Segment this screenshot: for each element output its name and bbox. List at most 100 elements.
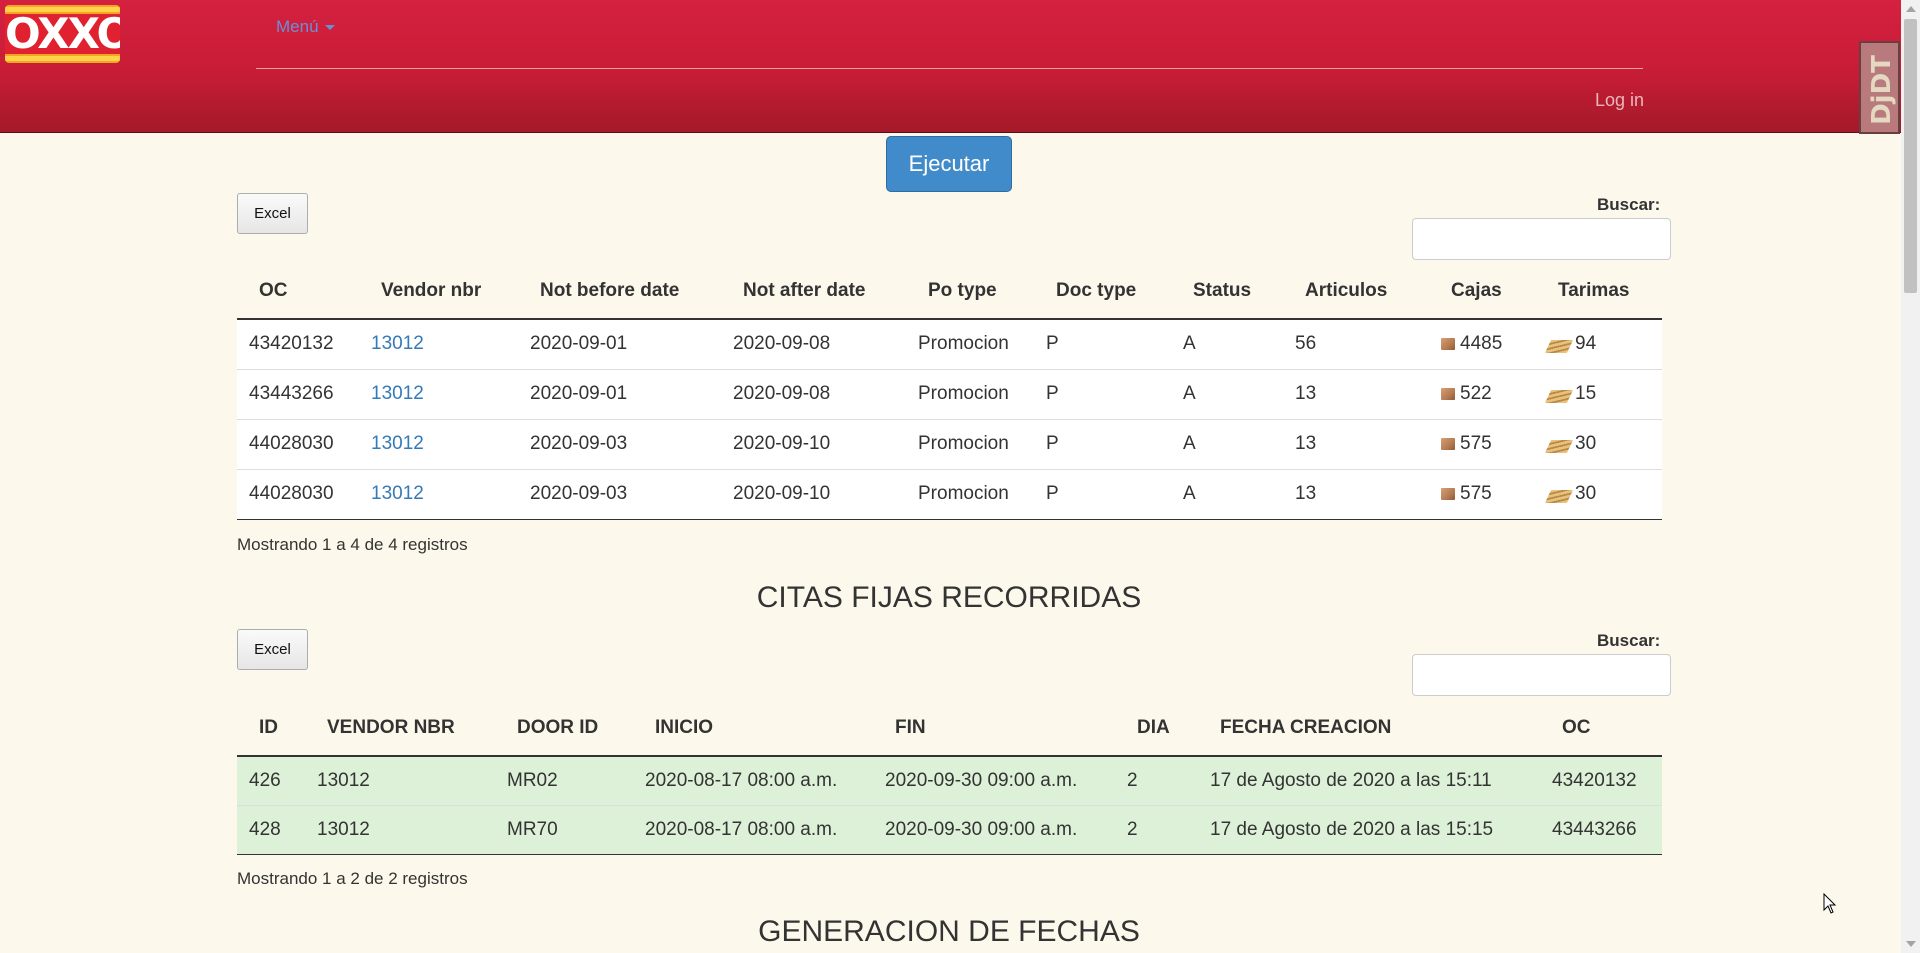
cell-id: 426 [237,755,305,805]
cell-fin: 2020-09-30 09:00 a.m. [873,804,1115,855]
cell-not-before: 2020-09-01 [518,368,721,419]
cell-po-type: Promocion [906,368,1034,419]
cajas-value: 4485 [1460,333,1503,355]
col-header-status[interactable]: Status [1171,263,1283,320]
vendor-link[interactable]: 13012 [359,318,518,369]
col-header-po-type[interactable]: Po type [906,263,1034,320]
table-row: 44028030 13012 2020-09-03 2020-09-10 Pro… [237,418,1662,469]
cell-oc: 43443266 [1540,804,1662,855]
scroll-up-arrow-icon[interactable] [1906,6,1916,12]
cell-not-after: 2020-09-10 [721,418,906,469]
cell-door-id: MR02 [495,755,633,805]
vertical-scrollbar[interactable] [1901,0,1920,953]
col-header-oc[interactable]: OC [237,263,359,320]
col-header-oc[interactable]: OC [1540,700,1662,757]
cell-po-type: Promocion [906,468,1034,520]
col-header-id[interactable]: ID [237,700,305,757]
oxxo-logo[interactable]: OXXO [5,5,120,63]
navbar-divider [256,68,1643,69]
citas-header-row: ID VENDOR NBR DOOR ID INICIO FIN DIA FEC… [237,700,1662,757]
cell-articulos: 13 [1283,368,1429,419]
citas-search-input[interactable] [1412,654,1671,696]
cell-cajas: 4485 [1429,318,1536,369]
vendor-link[interactable]: 13012 [359,418,518,469]
col-header-door-id[interactable]: DOOR ID [495,700,633,757]
citas-section-title: CITAS FIJAS RECORRIDAS [756,581,1142,614]
table-row: 43420132 13012 2020-09-01 2020-09-08 Pro… [237,318,1662,369]
cell-status: A [1171,318,1283,369]
execute-button[interactable]: Ejecutar [886,136,1012,192]
col-header-inicio[interactable]: INICIO [633,700,873,757]
cell-not-before: 2020-09-03 [518,418,721,469]
col-header-fin[interactable]: FIN [873,700,1115,757]
pallet-icon [1544,340,1574,354]
cell-status: A [1171,468,1283,520]
cell-cajas: 522 [1429,368,1536,419]
box-icon [1441,438,1455,450]
cell-oc: 43420132 [237,318,359,369]
top-navbar: OXXO Menú Log in [0,0,1901,133]
cell-vendor-nbr: 13012 [305,755,495,805]
cajas-value: 575 [1460,483,1492,504]
orders-table: OC Vendor nbr Not before date Not after … [237,263,1662,520]
cell-inicio: 2020-08-17 08:00 a.m. [633,804,873,855]
col-header-doc-type[interactable]: Doc type [1034,263,1171,320]
cell-not-before: 2020-09-01 [518,318,721,369]
pallet-icon [1544,390,1574,403]
orders-search-input[interactable] [1412,218,1671,260]
scrollbar-thumb[interactable] [1904,19,1917,293]
table-row: 44028030 13012 2020-09-03 2020-09-10 Pro… [237,468,1662,520]
col-header-articulos[interactable]: Articulos [1283,263,1429,320]
caret-down-icon [324,25,335,31]
tarimas-value: 30 [1575,483,1597,504]
generacion-section-title: GENERACION DE FECHAS [758,915,1140,948]
cell-oc: 44028030 [237,418,359,469]
citas-search-label: Buscar: [1597,631,1661,650]
cell-door-id: MR70 [495,804,633,855]
col-header-cajas[interactable]: Cajas [1429,263,1536,320]
box-icon [1441,338,1455,351]
cell-doc-type: P [1034,318,1171,369]
cell-oc: 43443266 [237,368,359,419]
debug-toolbar-handle[interactable]: DjDT [1859,41,1900,134]
orders-excel-button[interactable]: Excel [237,193,308,234]
menu-dropdown[interactable]: Menú [276,17,335,37]
col-header-not-before[interactable]: Not before date [518,263,721,320]
cell-vendor-nbr: 13012 [305,804,495,855]
tarimas-value: 94 [1575,333,1597,355]
cell-fecha-creacion: 17 de Agosto de 2020 a las 15:11 [1198,755,1540,805]
scroll-down-arrow-icon[interactable] [1906,941,1916,947]
cell-doc-type: P [1034,368,1171,419]
col-header-not-after[interactable]: Not after date [721,263,906,320]
col-header-vendor-nbr[interactable]: VENDOR NBR [305,700,495,757]
col-header-tarimas[interactable]: Tarimas [1536,263,1662,320]
cell-not-before: 2020-09-03 [518,468,721,520]
login-link[interactable]: Log in [1595,90,1644,111]
col-header-fecha-creacion[interactable]: FECHA CREACION [1198,700,1540,757]
box-icon [1441,388,1455,400]
pallet-icon [1544,490,1574,503]
vendor-link[interactable]: 13012 [359,468,518,520]
logo-text: OXXO [5,9,120,58]
cell-po-type: Promocion [906,418,1034,469]
cell-cajas: 575 [1429,418,1536,469]
col-header-dia[interactable]: DIA [1115,700,1198,757]
cell-not-after: 2020-09-08 [721,318,906,369]
cell-cajas: 575 [1429,468,1536,520]
citas-table: ID VENDOR NBR DOOR ID INICIO FIN DIA FEC… [237,700,1662,855]
cell-dia: 2 [1115,804,1198,855]
cell-fin: 2020-09-30 09:00 a.m. [873,755,1115,805]
orders-search-label: Buscar: [1597,195,1661,214]
table-row: 43443266 13012 2020-09-01 2020-09-08 Pro… [237,368,1662,419]
table-row: 428 13012 MR70 2020-08-17 08:00 a.m. 202… [237,804,1662,855]
cell-doc-type: P [1034,418,1171,469]
cell-articulos: 56 [1283,318,1429,369]
cell-id: 428 [237,804,305,855]
vendor-link[interactable]: 13012 [359,368,518,419]
cell-tarimas: 30 [1536,418,1662,469]
cell-tarimas: 15 [1536,368,1662,419]
col-header-vendor[interactable]: Vendor nbr [359,263,518,320]
orders-header-row: OC Vendor nbr Not before date Not after … [237,263,1662,320]
citas-excel-button[interactable]: Excel [237,629,308,670]
cell-not-after: 2020-09-08 [721,368,906,419]
